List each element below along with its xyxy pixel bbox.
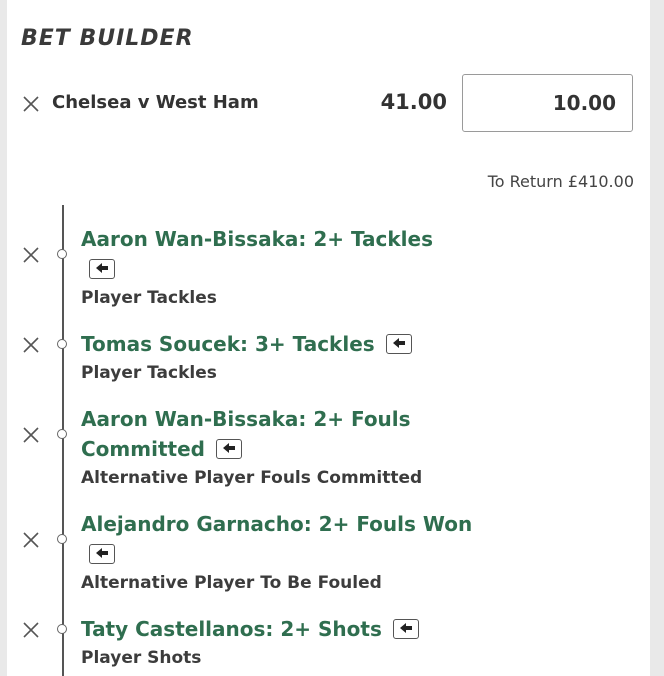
swap-icon[interactable] — [215, 438, 242, 459]
leg-selection-text: Aaron Wan-Bissaka: 2+ Tackles — [81, 227, 434, 251]
leg-selection: Aaron Wan-Bissaka: 2+ Fouls Committed — [81, 404, 481, 464]
close-icon[interactable] — [23, 532, 39, 548]
stake-input[interactable]: 10.00 — [462, 74, 633, 132]
leg-selection-text: Aaron Wan-Bissaka: 2+ Fouls — [81, 407, 411, 431]
leg-market: Alternative Player To Be Fouled — [81, 573, 382, 593]
event-name: Chelsea v West Ham — [52, 92, 259, 113]
close-icon[interactable] — [23, 96, 39, 112]
swap-icon[interactable] — [385, 333, 412, 354]
swap-icon[interactable] — [392, 618, 419, 639]
bet-builder-card: BET BUILDER Chelsea v West Ham 41.00 10.… — [7, 0, 650, 676]
leg-selection: Taty Castellanos: 2+ Shots — [81, 614, 581, 644]
leg-selection: Tomas Soucek: 3+ Tackles — [81, 329, 581, 359]
leg-market: Player Tackles — [81, 363, 217, 383]
leg-selection-text: Alejandro Garnacho: 2+ Fouls Won — [81, 512, 473, 536]
legs-timeline-line — [62, 205, 64, 676]
odds-value: 41.00 — [380, 90, 447, 114]
leg-selection-text: Taty Castellanos: 2+ Shots — [81, 617, 382, 641]
leg-market: Alternative Player Fouls Committed — [81, 468, 423, 488]
leg-market: Player Tackles — [81, 288, 217, 308]
timeline-dot — [57, 249, 67, 259]
to-return-text: To Return £410.00 — [487, 172, 634, 191]
leg-market: Player Shots — [81, 648, 202, 668]
leg-selection-text-line2: Committed — [81, 437, 205, 461]
leg-selection: Alejandro Garnacho: 2+ Fouls Won — [81, 509, 501, 569]
close-icon[interactable] — [23, 337, 39, 353]
close-icon[interactable] — [23, 622, 39, 638]
close-icon[interactable] — [23, 427, 39, 443]
swap-icon[interactable] — [89, 543, 115, 564]
timeline-dot — [57, 534, 67, 544]
swap-icon[interactable] — [89, 258, 115, 279]
close-icon[interactable] — [23, 247, 39, 263]
bet-builder-title: BET BUILDER — [21, 26, 194, 51]
leg-selection-text: Tomas Soucek: 3+ Tackles — [81, 332, 375, 356]
leg-selection: Aaron Wan-Bissaka: 2+ Tackles — [81, 224, 481, 284]
timeline-dot — [57, 429, 67, 439]
timeline-dot — [57, 339, 67, 349]
timeline-dot — [57, 624, 67, 634]
